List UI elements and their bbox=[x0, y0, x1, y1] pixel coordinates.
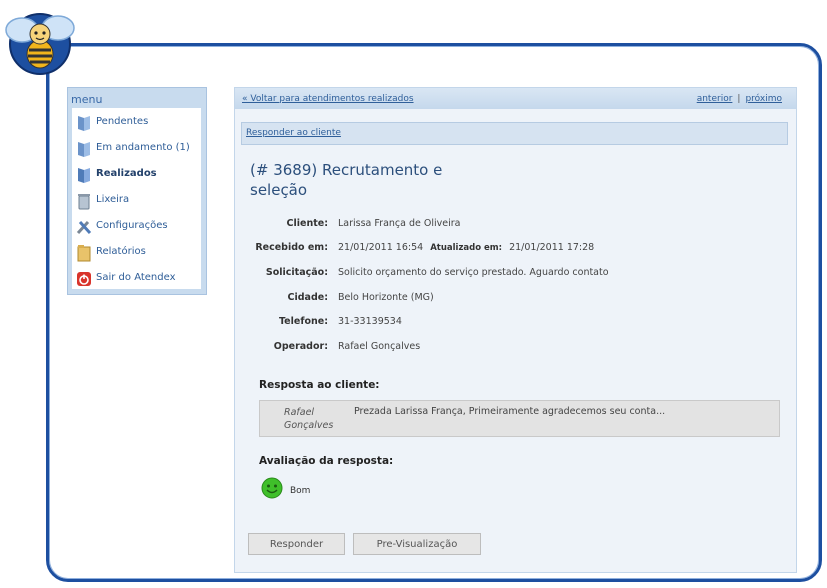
sidebar-item-label: Sair do Atendex bbox=[96, 272, 176, 283]
request-label: Solicitação: bbox=[265, 267, 328, 278]
response-item[interactable]: Rafael Gonçalves Prezada Larissa França,… bbox=[259, 400, 780, 437]
sidebar-item-label: Relatórios bbox=[96, 246, 146, 257]
trash-icon bbox=[78, 194, 90, 210]
back-to-list-link[interactable]: « Voltar para atendimentos realizados bbox=[242, 94, 414, 104]
city-label: Cidade: bbox=[287, 292, 328, 303]
report-folder-icon bbox=[77, 245, 91, 262]
reply-bar: Responder ao cliente bbox=[241, 122, 788, 145]
city-value: Belo Horizonte (MG) bbox=[338, 292, 434, 303]
previous-link[interactable]: anterior bbox=[697, 94, 733, 104]
client-value: Larissa França de Oliveira bbox=[338, 218, 461, 229]
sidebar-item-relatorios[interactable]: Relatórios bbox=[72, 242, 201, 264]
preview-button[interactable]: Pre-Visualização bbox=[353, 533, 481, 555]
sidebar-item-label: Realizados bbox=[96, 168, 157, 179]
client-label: Cliente: bbox=[286, 218, 328, 229]
pagination-links: anterior | próximo bbox=[697, 94, 782, 104]
sidebar-item-realizados[interactable]: Realizados bbox=[72, 164, 201, 186]
folder-icon bbox=[78, 168, 90, 183]
ticket-panel: « Voltar para atendimentos realizados an… bbox=[234, 87, 797, 573]
menu-list: Pendentes Em andamento (1) Realizados Li… bbox=[72, 108, 201, 289]
received-row: 21/01/2011 16:54 Atualizado em: 21/01/20… bbox=[338, 242, 594, 253]
nav-separator: | bbox=[737, 94, 741, 104]
updated-value: 21/01/2011 17:28 bbox=[509, 242, 595, 253]
sidebar-menu: menu Pendentes Em andamento (1) Realizad… bbox=[67, 87, 207, 295]
rating-label: Bom bbox=[290, 486, 311, 496]
tools-icon bbox=[76, 220, 92, 235]
rating-heading: Avaliação da resposta: bbox=[259, 455, 394, 467]
response-author: Rafael Gonçalves bbox=[284, 407, 334, 431]
ticket-title: (# 3689) Recrutamento e seleção bbox=[250, 161, 443, 199]
received-value: 21/01/2011 16:54 bbox=[338, 242, 424, 253]
phone-label: Telefone: bbox=[278, 316, 328, 327]
menu-title: menu bbox=[71, 93, 103, 106]
updated-label: Atualizado em: bbox=[430, 243, 503, 253]
sidebar-item-configuracoes[interactable]: Configurações bbox=[72, 216, 201, 238]
sidebar-item-label: Configurações bbox=[96, 220, 168, 231]
sidebar-item-sair[interactable]: Sair do Atendex bbox=[72, 268, 201, 290]
happy-face-icon bbox=[261, 477, 283, 499]
sidebar-item-label: Em andamento (1) bbox=[96, 142, 190, 153]
panel-topbar: « Voltar para atendimentos realizados an… bbox=[235, 88, 796, 109]
request-value: Solicito orçamento do serviço prestado. … bbox=[338, 267, 609, 278]
response-text: Prezada Larissa França, Primeiramente ag… bbox=[354, 406, 666, 417]
next-link[interactable]: próximo bbox=[745, 94, 782, 104]
respond-button[interactable]: Responder bbox=[248, 533, 345, 555]
operator-label: Operador: bbox=[273, 341, 328, 352]
sidebar-item-lixeira[interactable]: Lixeira bbox=[72, 190, 201, 212]
folder-icon bbox=[78, 116, 90, 131]
sidebar-item-em-andamento[interactable]: Em andamento (1) bbox=[72, 138, 201, 160]
phone-value: 31-33139534 bbox=[338, 316, 402, 327]
received-label: Recebido em: bbox=[255, 242, 328, 253]
sidebar-item-label: Lixeira bbox=[96, 194, 130, 205]
reply-to-client-link[interactable]: Responder ao cliente bbox=[246, 128, 341, 138]
folder-icon bbox=[78, 142, 90, 157]
bee-mascot-logo bbox=[5, 13, 75, 75]
power-icon bbox=[77, 272, 91, 286]
operator-value: Rafael Gonçalves bbox=[338, 341, 421, 352]
sidebar-item-pendentes[interactable]: Pendentes bbox=[72, 112, 201, 134]
sidebar-item-label: Pendentes bbox=[96, 116, 149, 127]
response-heading: Resposta ao cliente: bbox=[259, 379, 380, 391]
